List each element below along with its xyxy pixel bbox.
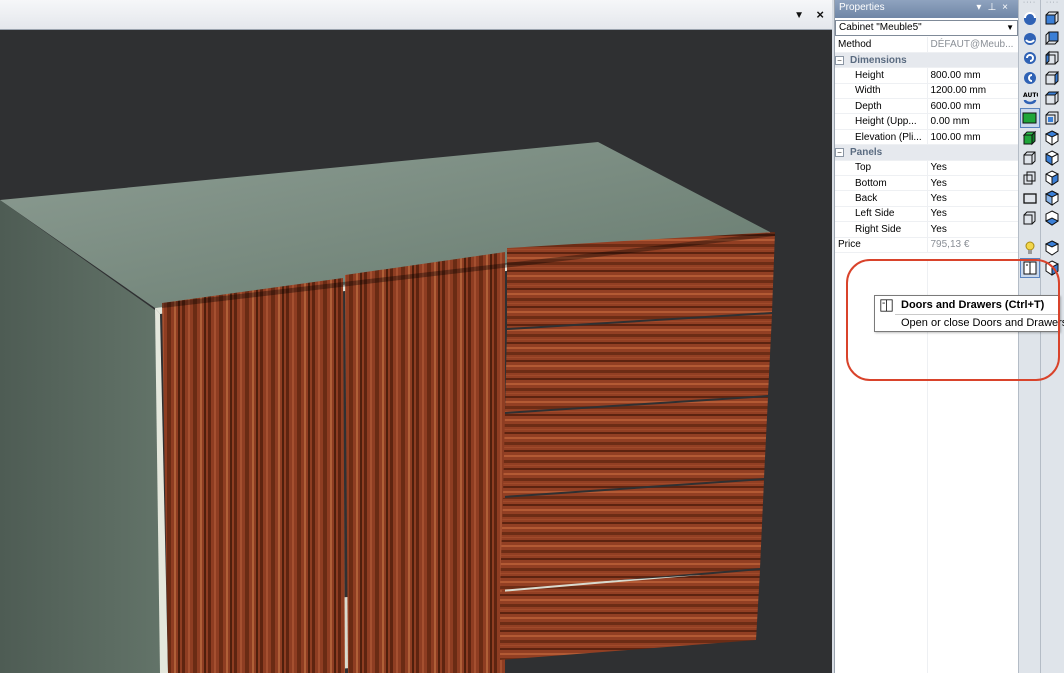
solid-cube-icon[interactable] (1020, 128, 1040, 148)
property-row-method[interactable]: Method DÉFAUT@Meub... (835, 37, 1019, 53)
iso-view-1-icon[interactable] (1042, 128, 1062, 148)
drawer-2 (505, 314, 772, 412)
property-row-top[interactable]: Top Yes (835, 160, 1019, 177)
property-value[interactable]: Yes (927, 190, 1019, 207)
doors-drawers-icon (880, 299, 893, 312)
tooltip-description: Open or close Doors and Drawers (901, 317, 1064, 329)
property-label: Back (835, 190, 928, 207)
iso-view-5-icon[interactable] (1042, 208, 1062, 228)
orbit-view-icon[interactable] (1020, 28, 1040, 48)
chevron-down-icon[interactable]: ▾ (976, 2, 987, 13)
property-row-bottom[interactable]: Bottom Yes (835, 175, 1019, 192)
property-value: 795,13 € (927, 237, 1019, 253)
property-row-elevation[interactable]: Elevation (Pli... 100.00 mm (835, 129, 1019, 146)
property-value[interactable]: Yes (927, 175, 1019, 192)
top-view-icon[interactable] (1042, 88, 1062, 108)
cabinet-left-door (162, 278, 345, 673)
bottom-view-icon[interactable] (1042, 108, 1062, 128)
box-icon[interactable] (1020, 208, 1040, 228)
category-label: Dimensions (850, 54, 907, 66)
property-value[interactable]: 1200.00 mm (927, 83, 1019, 100)
property-value[interactable]: 800.00 mm (927, 67, 1019, 84)
property-label: Height (835, 67, 928, 84)
viewport-header: ▼ × (0, 0, 832, 30)
iso-view-2-icon[interactable] (1042, 148, 1062, 168)
view-toolbar: ···· AUTO (1018, 0, 1040, 673)
wireframe-icon[interactable] (1020, 168, 1040, 188)
property-label: Depth (835, 98, 928, 115)
property-row-price[interactable]: Price 795,13 € (835, 237, 1019, 253)
pin-icon[interactable]: ⊥ (987, 2, 1002, 13)
property-label: Width (835, 83, 928, 100)
properties-titlebar: Properties ▾⊥× (835, 0, 1018, 18)
iso-view-7-icon[interactable] (1042, 258, 1062, 278)
property-label: Bottom (835, 175, 928, 192)
properties-panel: Properties ▾⊥× Cabinet "Meuble5" ▼ Metho… (834, 0, 1019, 673)
chevron-down-icon[interactable]: ▼ (1006, 23, 1014, 32)
property-label: Method (835, 37, 928, 53)
property-row-depth[interactable]: Depth 600.00 mm (835, 98, 1019, 115)
rotate-view-icon[interactable] (1020, 8, 1040, 28)
standard-views-toolbar: ···· (1040, 0, 1064, 673)
outline-icon[interactable] (1020, 188, 1040, 208)
property-value[interactable]: 600.00 mm (927, 98, 1019, 115)
collapse-icon[interactable]: − (835, 55, 844, 65)
property-label: Price (835, 237, 928, 253)
right-view-icon[interactable] (1042, 68, 1062, 88)
hidden-line-icon[interactable] (1020, 148, 1040, 168)
drawer-3 (503, 397, 768, 496)
property-label: Left Side (835, 206, 928, 223)
category-panels[interactable]: − Panels (835, 144, 1019, 161)
doors-drawers-tooltip: Doors and Drawers (Ctrl+T) Open or close… (874, 295, 1064, 332)
iso-view-4-icon[interactable] (1042, 188, 1062, 208)
toolbar-grip[interactable]: ···· (1019, 0, 1040, 8)
object-selector-value: Cabinet "Meuble5" (839, 22, 922, 33)
pan-view-icon[interactable] (1020, 48, 1040, 68)
doors-drawers-icon[interactable] (1020, 258, 1040, 278)
iso-view-6-icon[interactable] (1042, 238, 1062, 258)
object-selector[interactable]: Cabinet "Meuble5" ▼ (835, 20, 1018, 36)
chevron-down-icon[interactable]: ▼ (794, 10, 804, 21)
svg-text:AUTO: AUTO (1023, 92, 1038, 99)
property-value[interactable]: Yes (927, 221, 1019, 238)
3d-viewport[interactable]: ▼ × (0, 0, 832, 673)
property-row-back[interactable]: Back Yes (835, 190, 1019, 207)
property-row-right-side[interactable]: Right Side Yes (835, 221, 1019, 238)
iso-view-3-icon[interactable] (1042, 168, 1062, 188)
property-value[interactable]: Yes (927, 160, 1019, 177)
property-row-width[interactable]: Width 1200.00 mm (835, 83, 1019, 100)
category-dimensions[interactable]: − Dimensions (835, 52, 1019, 69)
tooltip-divider (895, 314, 1059, 315)
cabinet-3d-model[interactable] (0, 0, 832, 673)
property-label: Top (835, 160, 928, 177)
toolbar-grip[interactable]: ···· (1041, 0, 1064, 8)
close-icon[interactable]: × (1002, 2, 1014, 13)
property-value[interactable]: Yes (927, 206, 1019, 223)
category-label: Panels (850, 146, 883, 158)
drawer-1 (507, 232, 775, 328)
back-view-icon[interactable] (1042, 28, 1062, 48)
zoom-view-icon[interactable] (1020, 68, 1040, 88)
property-row-left-side[interactable]: Left Side Yes (835, 206, 1019, 223)
property-row-height[interactable]: Height 800.00 mm (835, 67, 1019, 84)
property-grid: Method DÉFAUT@Meub... − Dimensions Height… (835, 37, 1019, 253)
collapse-icon[interactable]: − (835, 147, 844, 157)
render-mode-icon[interactable] (1020, 108, 1040, 128)
light-bulb-icon[interactable] (1020, 238, 1040, 258)
left-view-icon[interactable] (1042, 48, 1062, 68)
property-value[interactable]: 0.00 mm (927, 113, 1019, 130)
property-label: Elevation (Pli... (835, 129, 928, 146)
property-label: Right Side (835, 221, 928, 238)
close-icon[interactable]: × (816, 7, 824, 22)
auto-view-icon[interactable]: AUTO (1020, 88, 1040, 108)
property-row-height-upper[interactable]: Height (Upp... 0.00 mm (835, 113, 1019, 130)
tooltip-title: Doors and Drawers (Ctrl+T) (901, 299, 1045, 311)
property-value[interactable]: DÉFAUT@Meub... (927, 37, 1019, 53)
property-label: Height (Upp... (835, 113, 928, 130)
property-value[interactable]: 100.00 mm (927, 129, 1019, 146)
cabinet-right-door (345, 252, 505, 673)
properties-title: Properties (839, 2, 885, 13)
front-view-icon[interactable] (1042, 8, 1062, 28)
